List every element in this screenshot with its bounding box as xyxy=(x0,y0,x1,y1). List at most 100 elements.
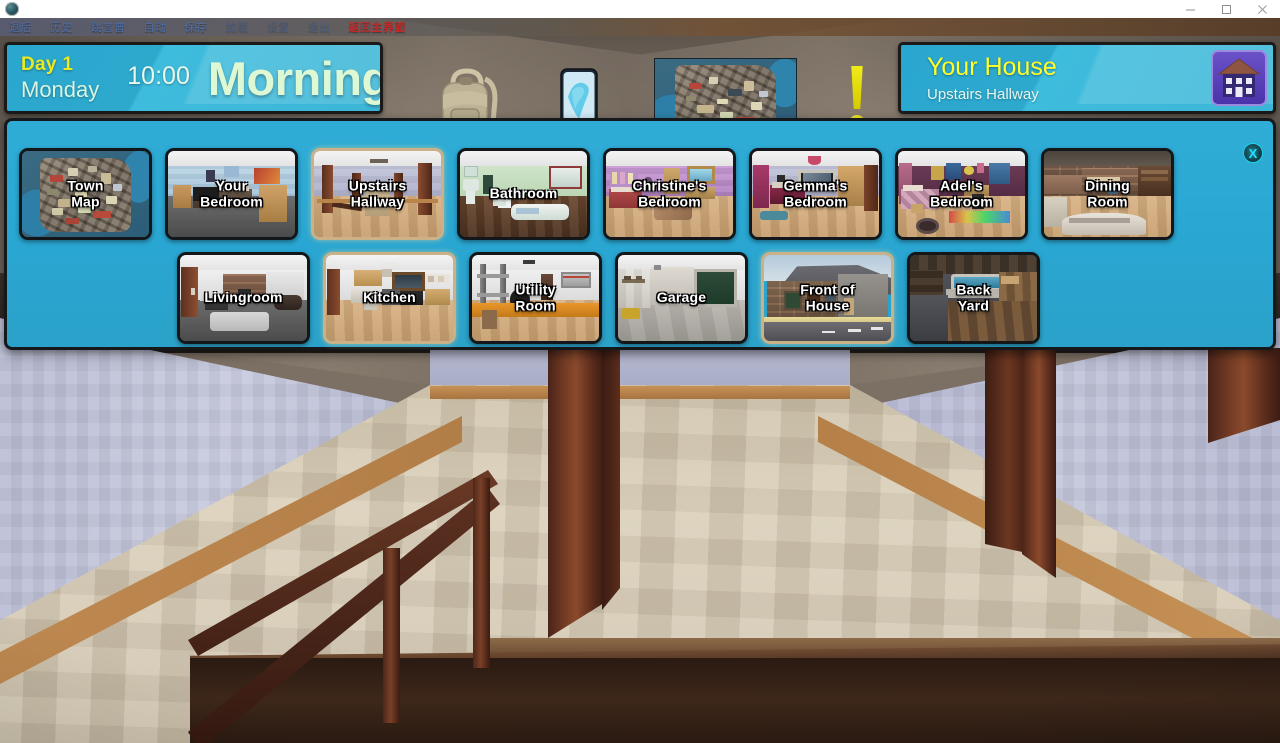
travel-tile-label: Garage xyxy=(656,289,707,306)
thumb-table-edge xyxy=(1069,218,1131,224)
travel-tiles-row-1: Town Map Your Bedroom Upstairs Hallway Bathroo… xyxy=(19,148,1174,240)
hud: Day 1 Monday 10:00 Morning Your House Up… xyxy=(0,36,1280,140)
travel-tile-front-of-house[interactable]: Front of House xyxy=(761,252,894,344)
game-menu-item[interactable]: 自动 xyxy=(135,19,176,35)
travel-tile-label: Your Bedroom xyxy=(200,177,263,209)
game-menu-item[interactable]: 退后 xyxy=(0,19,41,35)
thumb-wheel xyxy=(915,218,939,234)
travel-tile-utility-room[interactable]: Utility Room xyxy=(469,252,602,344)
travel-tile-dining-room[interactable]: Dining Room xyxy=(1041,148,1174,240)
close-button[interactable] xyxy=(1244,0,1280,18)
game-menu-item[interactable]: 跳言普 xyxy=(82,19,135,35)
thumb-stair-step xyxy=(1140,169,1169,175)
close-icon[interactable]: X xyxy=(1243,143,1263,163)
banister-post xyxy=(473,478,490,668)
map-block xyxy=(88,166,97,173)
travel-tiles-row-2: Livingroom Kitchen Utility Room Garage Front … xyxy=(177,252,1040,344)
road-dash xyxy=(822,330,836,334)
road-dash xyxy=(847,328,861,332)
travel-tile-label: Town Map xyxy=(67,177,104,209)
game-menu-item[interactable]: 退出 xyxy=(299,19,340,35)
thumb-ceiling-fixture xyxy=(369,158,388,164)
window-titlebar xyxy=(0,0,1280,18)
door-frame-right-mid xyxy=(1022,348,1056,578)
map-block xyxy=(728,89,743,96)
thumb-radiator-stripe xyxy=(563,275,589,279)
travel-tile-kitchen[interactable]: Kitchen xyxy=(323,252,456,344)
thumb-toolbox xyxy=(621,308,640,319)
thumb-ceiling-fixture xyxy=(522,260,536,264)
map-block xyxy=(750,102,763,111)
thumb-jar2 xyxy=(437,275,445,282)
game-menu-item[interactable]: 加载 xyxy=(217,19,258,35)
game-menu-item[interactable]: 返回主界面 xyxy=(340,19,416,35)
map-block xyxy=(708,76,719,84)
banister-post xyxy=(383,548,400,723)
travel-tile-your-bedroom[interactable]: Your Bedroom xyxy=(165,148,298,240)
thumb-rug xyxy=(948,211,1010,224)
travel-tile-town-map[interactable]: Town Map xyxy=(19,148,152,240)
location-title: Your House xyxy=(927,52,1057,81)
map-block xyxy=(93,211,111,219)
location-subtitle: Upstairs Hallway xyxy=(927,85,1039,103)
travel-tile-bathroom[interactable]: Bathroom xyxy=(457,148,590,240)
thumb-box2 xyxy=(635,275,643,280)
thumb-box xyxy=(624,275,631,280)
travel-tile-upstairs-hallway[interactable]: Upstairs Hallway xyxy=(311,148,444,240)
door-frame-right-far xyxy=(985,348,1027,553)
travel-tile-livingroom[interactable]: Livingroom xyxy=(177,252,310,344)
map-block xyxy=(688,83,702,89)
travel-tile-garage[interactable]: Garage xyxy=(615,252,748,344)
game-menu-item[interactable]: 设置 xyxy=(258,19,299,35)
location-panel: Your House Upstairs Hallway xyxy=(898,42,1276,114)
app-orb-icon xyxy=(5,2,19,16)
map-block xyxy=(686,95,696,102)
map-block xyxy=(67,168,78,176)
day-name: Monday xyxy=(21,77,100,102)
game-menu-item[interactable]: 保存 xyxy=(176,19,217,35)
travel-tile-label: Back Yard xyxy=(956,281,991,313)
door-frame-left-near xyxy=(548,348,604,638)
travel-tile-christine-s-bedroom[interactable]: Christine's Bedroom xyxy=(603,148,736,240)
map-block xyxy=(65,218,80,225)
travel-tile-label: Gemma's Bedroom xyxy=(783,177,848,209)
maximize-button[interactable] xyxy=(1208,0,1244,18)
thumb-upper-cabinet xyxy=(353,270,382,286)
exclamation-stem xyxy=(851,66,863,109)
baseboard-back xyxy=(430,386,850,399)
thumb-table xyxy=(1061,212,1146,236)
travel-tile-adel-s-bedroom[interactable]: Adel's Bedroom xyxy=(895,148,1028,240)
thumb-poster3 xyxy=(976,163,985,174)
thumb-vent xyxy=(381,268,393,278)
minimize-button[interactable] xyxy=(1172,0,1208,18)
map-block xyxy=(697,105,715,113)
game-window: 退后 历史 跳言普 自动 保存 加载 设置 退出 返回主界面 Day 1 Monday 10:0… xyxy=(0,0,1280,743)
thumb-jar xyxy=(427,275,434,282)
thumb-rug xyxy=(210,311,269,331)
game-menu-item[interactable]: 历史 xyxy=(41,19,82,35)
travel-panel: X Town Map Your Bedroom Upstairs Hallway Bathr… xyxy=(4,118,1276,350)
travel-tile-back-yard[interactable]: Back Yard xyxy=(907,252,1040,344)
travel-tile-label: Livingroom xyxy=(204,289,283,306)
house-icon[interactable] xyxy=(1211,50,1267,106)
time-of-day: Morning xyxy=(207,51,383,105)
travel-tile-label: Utility Room xyxy=(515,281,556,313)
time-panel: Day 1 Monday 10:00 Morning xyxy=(4,42,383,114)
thumb-mirror xyxy=(463,166,478,177)
map-block xyxy=(759,91,768,98)
travel-tile-label: Kitchen xyxy=(363,289,416,306)
clock: 10:00 xyxy=(127,61,190,90)
game-menu-bar: 退后 历史 跳言普 自动 保存 加载 设置 退出 返回主界面 xyxy=(0,18,1280,36)
travel-tile-label: Bathroom xyxy=(489,185,558,202)
travel-tile-label: Dining Room xyxy=(1085,177,1130,209)
map-block xyxy=(717,99,729,104)
travel-tile-label: Adel's Bedroom xyxy=(930,177,993,209)
stairwell-opening xyxy=(190,658,1280,743)
thumb-floor-mat xyxy=(759,211,788,220)
thumb-shelf-rail xyxy=(477,273,509,279)
thumb-bath-mat xyxy=(515,207,539,214)
travel-tile-label: Christine's Bedroom xyxy=(632,177,707,209)
travel-tile-gemma-s-bedroom[interactable]: Gemma's Bedroom xyxy=(749,148,882,240)
thumb-floor xyxy=(326,299,453,341)
travel-tile-label: Front of House xyxy=(800,281,855,313)
